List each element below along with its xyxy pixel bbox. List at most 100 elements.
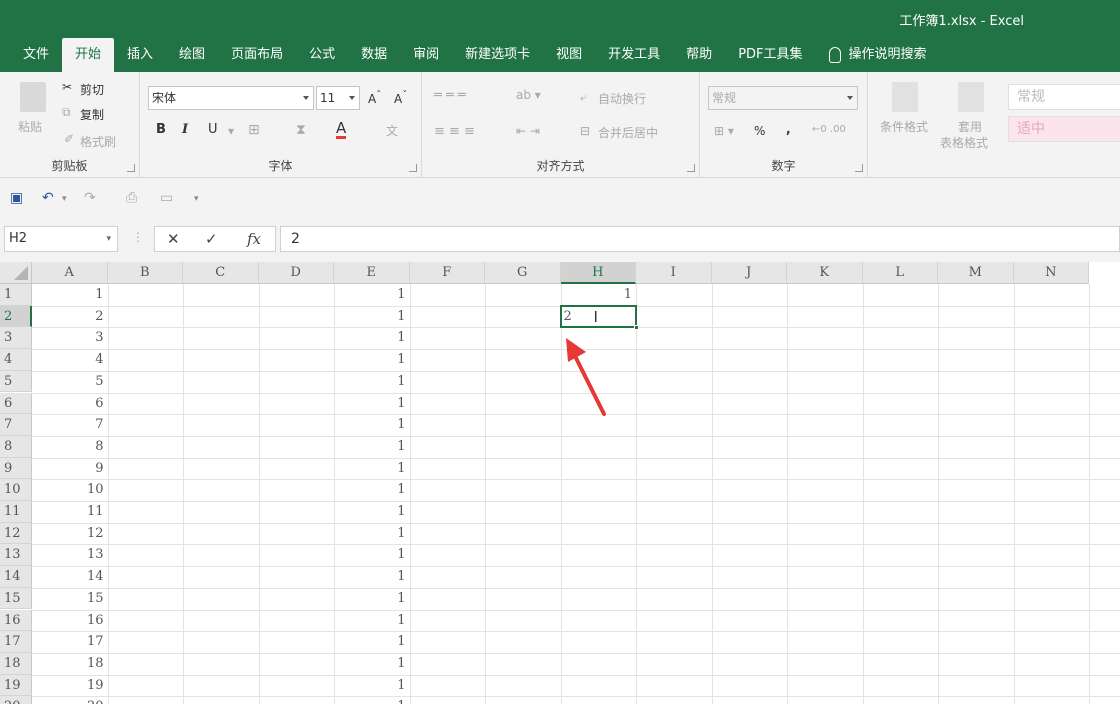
cell-e14[interactable]: 1 (334, 566, 410, 587)
row-header-14[interactable]: 14 (0, 566, 32, 588)
tell-me-search[interactable]: 操作说明搜索 (816, 38, 940, 72)
row-header-12[interactable]: 12 (0, 522, 32, 545)
row-header-15[interactable]: 15 (0, 587, 32, 610)
currency-icon[interactable]: ⊞ ▾ (714, 124, 734, 138)
tab-new-tab[interactable]: 新建选项卡 (452, 38, 543, 72)
cell-a14[interactable]: 14 (32, 566, 108, 587)
top-align-icon[interactable]: ═ ═ ═ (434, 88, 466, 103)
row-header-1[interactable]: 1 (0, 284, 32, 306)
cell-a18[interactable]: 18 (32, 653, 108, 674)
row-header-20[interactable]: 20 (0, 696, 32, 704)
comma-button[interactable]: , (786, 122, 791, 136)
cell-e3[interactable]: 1 (334, 327, 410, 348)
tab-page-layout[interactable]: 页面布局 (218, 38, 296, 72)
tab-view[interactable]: 视图 (543, 38, 595, 72)
cell-a3[interactable]: 3 (32, 327, 108, 348)
style-neutral[interactable]: 适中 (1008, 116, 1120, 142)
row-header-9[interactable]: 9 (0, 457, 32, 480)
brush-icon[interactable]: ✐ (64, 132, 74, 146)
row-header-3[interactable]: 3 (0, 327, 32, 350)
tab-developer[interactable]: 开发工具 (595, 38, 673, 72)
cell-h1[interactable]: 1 (561, 284, 637, 305)
font-size-select[interactable]: 11 (316, 86, 360, 110)
row-header-16[interactable]: 16 (0, 609, 32, 632)
conditional-format-icon[interactable] (892, 82, 918, 112)
cell-e4[interactable]: 1 (334, 349, 410, 370)
fill-color-icon[interactable]: ⧗ (296, 122, 306, 138)
number-launcher-icon[interactable] (855, 164, 863, 172)
customize-qat-icon[interactable]: ▾ (194, 194, 199, 204)
cell-e10[interactable]: 1 (334, 479, 410, 500)
row-header-2[interactable]: 2 (0, 305, 32, 328)
italic-button[interactable]: I (182, 122, 188, 137)
column-header-a[interactable]: A (32, 262, 108, 284)
column-header-h[interactable]: H (560, 262, 636, 284)
row-header-5[interactable]: 5 (0, 370, 32, 393)
underline-button[interactable]: U (208, 122, 218, 137)
cell-a6[interactable]: 6 (32, 393, 108, 414)
cell-e20[interactable]: 1 (334, 696, 410, 704)
cell-e11[interactable]: 1 (334, 501, 410, 522)
row-header-18[interactable]: 18 (0, 652, 32, 675)
fill-handle[interactable] (634, 325, 639, 331)
cell-e2[interactable]: 1 (334, 306, 410, 327)
tab-help[interactable]: 帮助 (673, 38, 725, 72)
cell-a20[interactable]: 20 (32, 696, 108, 704)
undo-dropdown-icon[interactable]: ▾ (62, 194, 67, 204)
cell-a13[interactable]: 13 (32, 544, 108, 565)
cell-a16[interactable]: 16 (32, 610, 108, 631)
conditional-format-button[interactable]: 条件格式 (880, 118, 928, 135)
column-header-f[interactable]: F (409, 262, 485, 284)
cell-a4[interactable]: 4 (32, 349, 108, 370)
decimal-icon[interactable]: ←0 .00 (812, 124, 846, 135)
paste-icon[interactable] (20, 82, 46, 112)
percent-button[interactable]: % (754, 124, 765, 138)
font-name-select[interactable]: 宋体 (148, 86, 314, 110)
cell-e9[interactable]: 1 (334, 458, 410, 479)
merge-center-button[interactable]: 合并后居中 (598, 124, 658, 141)
row-header-17[interactable]: 17 (0, 631, 32, 653)
row-header-8[interactable]: 8 (0, 435, 32, 458)
wrap-text-icon[interactable]: ⤶ (580, 90, 587, 105)
cell-e12[interactable]: 1 (334, 523, 410, 544)
tab-formulas[interactable]: 公式 (296, 38, 348, 72)
cell-a1[interactable]: 1 (32, 284, 108, 305)
save-icon[interactable]: ▣ (10, 190, 23, 206)
cell-a15[interactable]: 15 (32, 588, 108, 609)
row-header-7[interactable]: 7 (0, 414, 32, 436)
cell-e16[interactable]: 1 (334, 610, 410, 631)
copy-icon[interactable]: ⧉ (62, 105, 71, 120)
row-header-11[interactable]: 11 (0, 501, 32, 523)
left-align-icon[interactable]: ≡ ≡ ≡ (434, 124, 475, 139)
font-color-button[interactable]: A (336, 120, 347, 139)
grow-font-icon[interactable]: Aˆ (368, 90, 381, 106)
scissors-icon[interactable]: ✂ (62, 80, 72, 94)
phonetic-icon[interactable]: 文 (386, 122, 398, 139)
formula-bar-divider-icon[interactable]: ⋮ (132, 230, 144, 244)
cell-e17[interactable]: 1 (334, 631, 410, 652)
style-normal[interactable]: 常规 (1008, 84, 1120, 110)
cell-e5[interactable]: 1 (334, 371, 410, 392)
font-launcher-icon[interactable] (409, 164, 417, 172)
formula-input[interactable]: 2 (280, 226, 1120, 252)
cell-e19[interactable]: 1 (334, 675, 410, 696)
column-header-n[interactable]: N (1013, 262, 1089, 284)
paste-button[interactable]: 粘贴 (18, 118, 42, 135)
cell-a12[interactable]: 12 (32, 523, 108, 544)
bold-button[interactable]: B (156, 122, 166, 137)
cell-e7[interactable]: 1 (334, 414, 410, 435)
cell-a7[interactable]: 7 (32, 414, 108, 435)
column-header-k[interactable]: K (787, 262, 863, 284)
tab-pdf-tools[interactable]: PDF工具集 (725, 38, 815, 72)
tab-data[interactable]: 数据 (348, 38, 400, 72)
cell-e8[interactable]: 1 (334, 436, 410, 457)
row-header-6[interactable]: 6 (0, 392, 32, 415)
cell-e13[interactable]: 1 (334, 544, 410, 565)
enter-check-icon[interactable]: ✓ (205, 230, 218, 248)
column-header-m[interactable]: M (938, 262, 1014, 284)
screen-icon[interactable]: ▭ (160, 190, 173, 206)
chevron-down-icon[interactable]: ▾ (106, 227, 111, 251)
table-format-button-2[interactable]: 表格格式 (940, 134, 988, 151)
cell-e18[interactable]: 1 (334, 653, 410, 674)
worksheet-grid[interactable]: ABCDEFGHIJKLMN11122133144155166177188199… (0, 262, 1120, 704)
